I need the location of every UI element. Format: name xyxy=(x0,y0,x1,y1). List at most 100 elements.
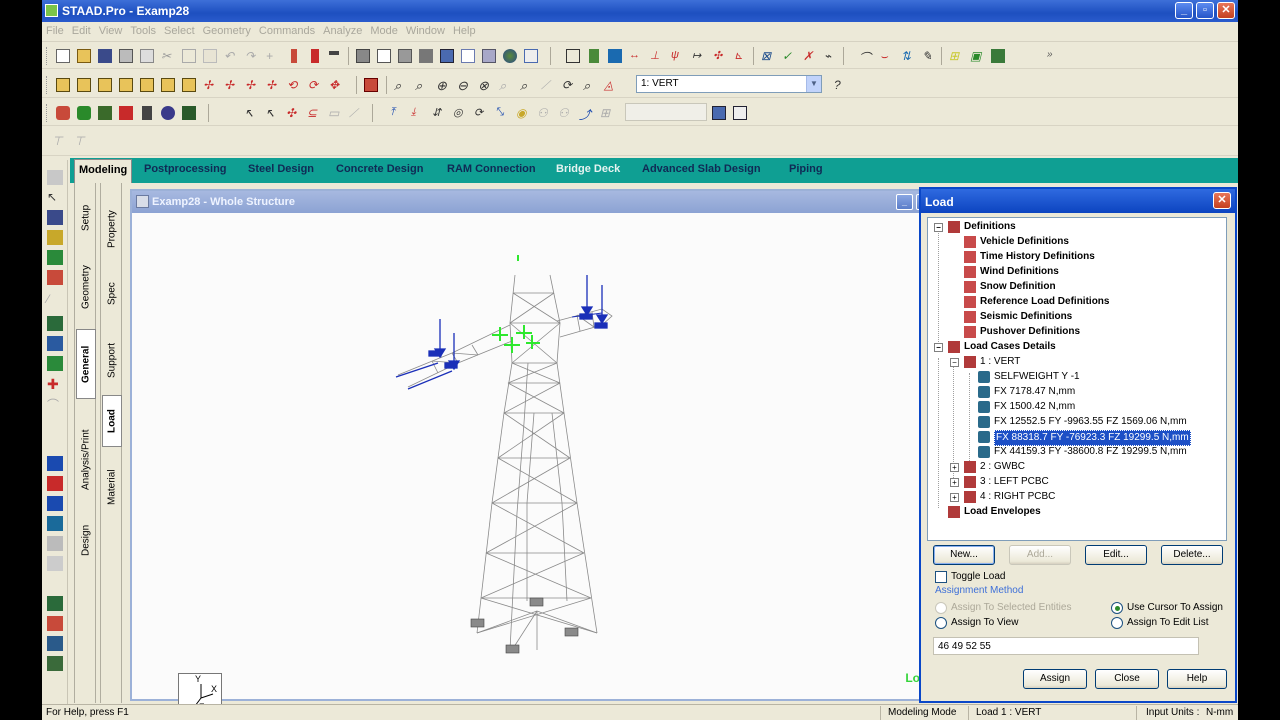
load-panel-close-icon[interactable]: ✕ xyxy=(1213,192,1231,209)
assign-selected-entities-radio[interactable] xyxy=(935,602,947,614)
edit-load-button[interactable]: Edit... xyxy=(1085,545,1147,565)
insert-node-icon[interactable]: ✚ xyxy=(47,376,63,392)
page-tab-spec[interactable]: Spec xyxy=(102,269,122,319)
tab-concrete-design[interactable]: Concrete Design xyxy=(336,163,423,175)
rotate-left-icon[interactable]: ✢ xyxy=(243,76,261,94)
zoom-out-icon[interactable]: ⊖ xyxy=(455,76,473,94)
structure-3d-icon[interactable] xyxy=(54,104,72,122)
add-load-button[interactable]: Add... xyxy=(1009,545,1071,565)
select-nodes-icon[interactable] xyxy=(47,170,63,185)
left-view-icon[interactable] xyxy=(117,76,135,94)
dimension-icon[interactable]: ↔ xyxy=(627,47,645,65)
solids-cursor-icon[interactable]: ⟳ xyxy=(472,104,490,122)
zoom-previous-icon[interactable]: ⌕ xyxy=(497,76,515,94)
collapse-icon[interactable]: − xyxy=(950,358,959,367)
menu-window[interactable]: Window xyxy=(402,22,449,37)
print-preview-icon[interactable] xyxy=(138,47,156,65)
front-view-icon[interactable] xyxy=(75,76,93,94)
page-tab-geometry[interactable]: Geometry xyxy=(76,255,96,319)
right-view-icon[interactable] xyxy=(138,76,156,94)
rotate-up-icon[interactable]: ✢ xyxy=(201,76,219,94)
render-icon[interactable] xyxy=(159,104,177,122)
nodes-cursor-icon[interactable]: ⤒ xyxy=(388,104,406,122)
labels-cursor-icon[interactable]: ⤴ xyxy=(577,104,595,122)
view-3d-icon[interactable] xyxy=(180,104,198,122)
edit-input-icon[interactable]: ✎ xyxy=(920,47,938,65)
solid-3d-icon[interactable] xyxy=(138,104,156,122)
page-tab-material[interactable]: Material xyxy=(102,455,122,519)
transfer-icon[interactable]: ⇅ xyxy=(899,47,917,65)
members-cursor-icon[interactable]: ⚇ xyxy=(535,104,553,122)
node-icon[interactable] xyxy=(585,47,603,65)
spin-left-icon[interactable]: ⟲ xyxy=(285,76,303,94)
back-view-icon[interactable] xyxy=(96,76,114,94)
structure-minimize-button[interactable]: _ xyxy=(896,194,913,210)
output-icon[interactable] xyxy=(989,47,1007,65)
structure-wizard-icon[interactable]: ✓ xyxy=(780,47,798,65)
node-3d-icon[interactable] xyxy=(75,104,93,122)
document-icon[interactable] xyxy=(522,47,540,65)
analysis-icon[interactable]: ⊞ xyxy=(947,47,965,65)
translational-repeat-icon[interactable] xyxy=(47,316,63,331)
collapse-icon[interactable]: − xyxy=(934,343,943,352)
settings-icon[interactable] xyxy=(480,47,498,65)
curve-icon[interactable]: ⌣ xyxy=(878,47,896,65)
merge-beams-icon[interactable] xyxy=(47,496,63,511)
group-icon[interactable] xyxy=(47,596,63,611)
cursor-geometry-icon[interactable]: ⊆ xyxy=(305,104,323,122)
physical-members-icon[interactable]: ⚇ xyxy=(556,104,574,122)
measure-icon[interactable]: ↦ xyxy=(690,47,708,65)
circular-repeat-icon[interactable] xyxy=(47,336,63,351)
structure-viewport[interactable]: Y X Z Load 1 xyxy=(132,213,956,717)
tab-steel-design[interactable]: Steel Design xyxy=(248,163,314,175)
report-icon[interactable] xyxy=(375,47,393,65)
page-tab-design[interactable]: Design xyxy=(76,513,96,567)
picture-icon[interactable] xyxy=(396,47,414,65)
tab-advanced-slab-design[interactable]: Advanced Slab Design xyxy=(642,163,761,175)
spin-right-icon[interactable]: ⟳ xyxy=(306,76,324,94)
menu-select[interactable]: Select xyxy=(160,22,199,37)
window-tile-icon[interactable] xyxy=(710,104,728,122)
beams-cursor-icon[interactable]: ⤓ xyxy=(409,104,427,122)
support-icon[interactable] xyxy=(47,636,63,651)
plates-cursor-icon[interactable]: ⇵ xyxy=(430,104,448,122)
open-icon[interactable] xyxy=(75,47,93,65)
select-beams-icon[interactable] xyxy=(47,210,63,225)
select-surfaces-icon[interactable] xyxy=(47,270,63,285)
menu-help[interactable]: Help xyxy=(449,22,480,37)
geometry-cursor-icon[interactable]: ⤡ xyxy=(493,104,511,122)
cursor-beam-icon[interactable]: ↖ xyxy=(263,104,281,122)
menu-analyze[interactable]: Analyze xyxy=(319,22,366,37)
measure-distance-icon[interactable]: ⟋ xyxy=(539,76,557,94)
edit-list-field[interactable]: 46 49 52 55 xyxy=(933,637,1199,655)
delete-load-button[interactable]: Delete... xyxy=(1161,545,1223,565)
tab-ram-connection[interactable]: RAM Connection xyxy=(447,163,536,175)
window-grid-icon[interactable] xyxy=(731,104,749,122)
cursor-surface-icon[interactable]: ▭ xyxy=(326,104,344,122)
pencil-icon[interactable] xyxy=(285,47,303,65)
load-icon[interactable] xyxy=(47,656,63,671)
intersect-icon[interactable] xyxy=(47,536,63,551)
close-panel-button[interactable]: Close xyxy=(1095,669,1159,689)
tab-modeling[interactable]: Modeling xyxy=(74,159,133,183)
load-case-select[interactable]: 1: VERT ▼ xyxy=(636,75,822,93)
tab-postprocessing[interactable]: Postprocessing xyxy=(144,163,227,175)
maximize-button[interactable]: ▫ xyxy=(1196,2,1214,19)
toolbar-grip-3[interactable] xyxy=(46,104,49,122)
snapshot-icon[interactable] xyxy=(438,47,456,65)
property-icon[interactable] xyxy=(47,616,63,631)
cursor-node-icon[interactable]: ↖ xyxy=(242,104,260,122)
zoom-all-icon[interactable]: ⌕ xyxy=(392,76,410,94)
use-cursor-radio[interactable] xyxy=(1111,602,1123,614)
cursor-icon[interactable]: ↖ xyxy=(47,190,63,205)
menu-edit[interactable]: Edit xyxy=(68,22,95,37)
page-tab-property[interactable]: Property xyxy=(102,197,122,261)
pan-icon[interactable]: ✥ xyxy=(327,76,345,94)
design-icon[interactable]: ▣ xyxy=(968,47,986,65)
split-beam-icon[interactable] xyxy=(47,456,63,471)
help-button[interactable]: Help xyxy=(1167,669,1227,689)
run-icon[interactable]: ⌁ xyxy=(822,47,840,65)
menu-commands[interactable]: Commands xyxy=(255,22,319,37)
close-button[interactable]: ✕ xyxy=(1217,2,1235,19)
renumber-icon[interactable] xyxy=(47,516,63,531)
